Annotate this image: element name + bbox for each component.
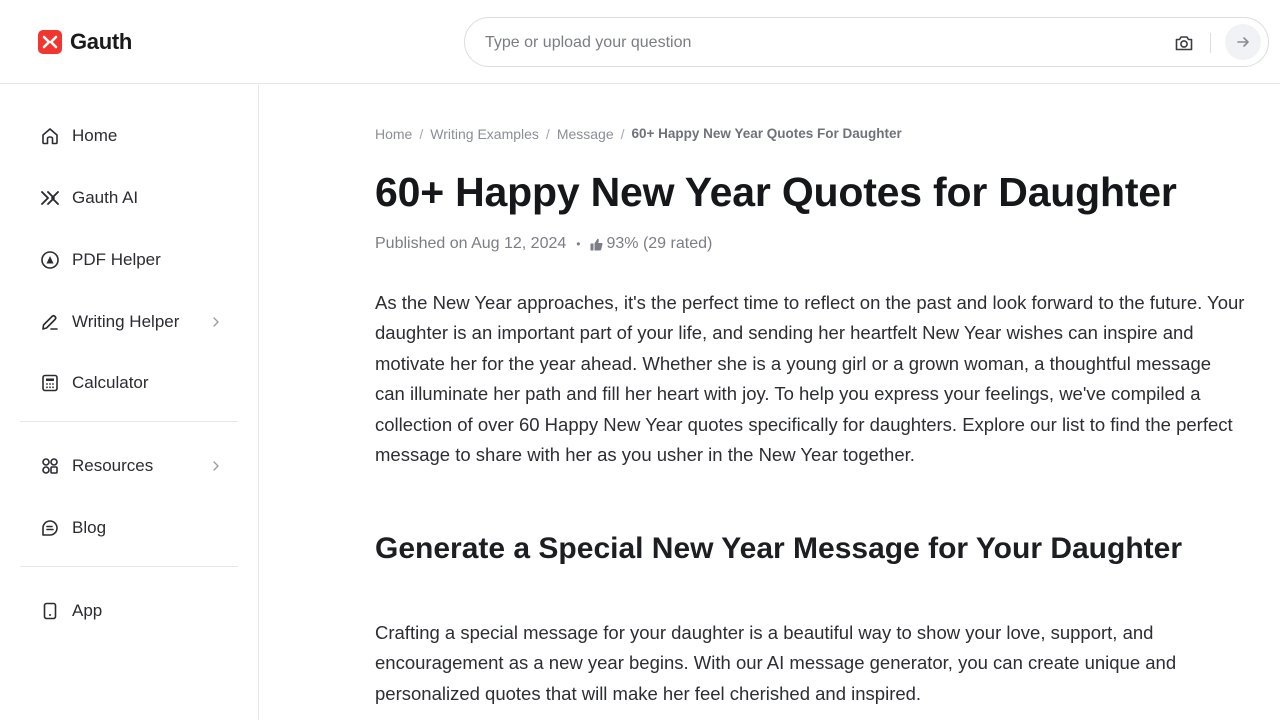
submit-button[interactable] <box>1225 24 1261 60</box>
sidebar-item-label: Blog <box>72 518 107 537</box>
calculator-icon <box>42 374 58 392</box>
grid-icon <box>42 458 58 474</box>
sidebar-item-label: Home <box>72 126 118 145</box>
pdf-icon <box>41 251 59 269</box>
breadcrumb-writing-examples[interactable]: Writing Examples <box>430 126 539 142</box>
sidebar-item-label: PDF Helper <box>72 250 161 269</box>
sidebar-item-label: Resources <box>72 456 154 475</box>
sidebar-item-label: App <box>72 601 103 620</box>
sidebar-item-home[interactable]: Home <box>40 121 117 151</box>
gauth-ai-icon <box>41 191 59 205</box>
breadcrumb-message[interactable]: Message <box>557 126 614 142</box>
thumbs-up-icon[interactable] <box>590 238 603 251</box>
section-paragraph: Crafting a special message for your daug… <box>375 622 1177 704</box>
brand-name: Gauth <box>70 29 133 54</box>
section-heading: Generate a Special New Year Message for … <box>375 532 1182 565</box>
breadcrumb-home[interactable]: Home <box>375 126 412 142</box>
gauth-logo[interactable]: Gauth <box>38 29 132 55</box>
rating-text: 93% (29 rated) <box>606 235 713 252</box>
search-bar <box>464 17 1269 67</box>
sidebar-item-label: Writing Helper <box>72 312 180 331</box>
published-date: Published on Aug 12, 2024 <box>375 235 567 252</box>
meta-separator: • <box>576 237 581 251</box>
home-icon <box>42 128 58 145</box>
sidebar-divider <box>20 421 238 422</box>
sidebar-item-writing-helper[interactable]: Writing Helper <box>40 307 179 337</box>
search-input[interactable] <box>485 30 1145 56</box>
top-bar: Gauth <box>0 0 1280 84</box>
sidebar-divider <box>20 566 238 567</box>
sidebar-item-pdf-helper[interactable]: PDF Helper <box>40 245 161 275</box>
sidebar-item-calculator[interactable]: Calculator <box>40 368 149 398</box>
pen-icon <box>42 314 58 330</box>
sidebar-item-resources[interactable]: Resources <box>40 451 153 481</box>
breadcrumb: Home / Writing Examples / Message / 60+ … <box>375 126 902 142</box>
blog-icon <box>42 520 58 536</box>
chevron-right-icon[interactable] <box>212 307 222 337</box>
gauth-logo-icon <box>38 30 62 54</box>
chevron-right-icon[interactable] <box>212 451 222 481</box>
sidebar-item-label: Gauth AI <box>72 188 139 207</box>
arrow-right-icon <box>1237 37 1249 47</box>
search-divider <box>1210 33 1211 53</box>
article-meta: Published on Aug 12, 2024 • 93% (29 rate… <box>375 235 712 253</box>
sidebar-item-app[interactable]: App <box>40 596 102 626</box>
breadcrumb-separator: / <box>545 126 550 142</box>
phone-icon <box>43 602 57 620</box>
sidebar-item-gauth-ai[interactable]: Gauth AI <box>40 183 138 213</box>
camera-icon[interactable] <box>1172 31 1196 55</box>
breadcrumb-separator: / <box>620 126 625 142</box>
sidebar-item-blog[interactable]: Blog <box>40 513 106 543</box>
sidebar-item-label: Calculator <box>72 373 149 392</box>
breadcrumb-current: 60+ Happy New Year Quotes For Daughter <box>631 126 902 141</box>
intro-paragraph: As the New Year approaches, it's the per… <box>375 292 1245 466</box>
page-title: 60+ Happy New Year Quotes for Daughter <box>375 169 1177 215</box>
breadcrumb-separator: / <box>419 126 424 142</box>
sidebar: Home Gauth AI PDF Helper Writing Helper … <box>0 85 259 720</box>
